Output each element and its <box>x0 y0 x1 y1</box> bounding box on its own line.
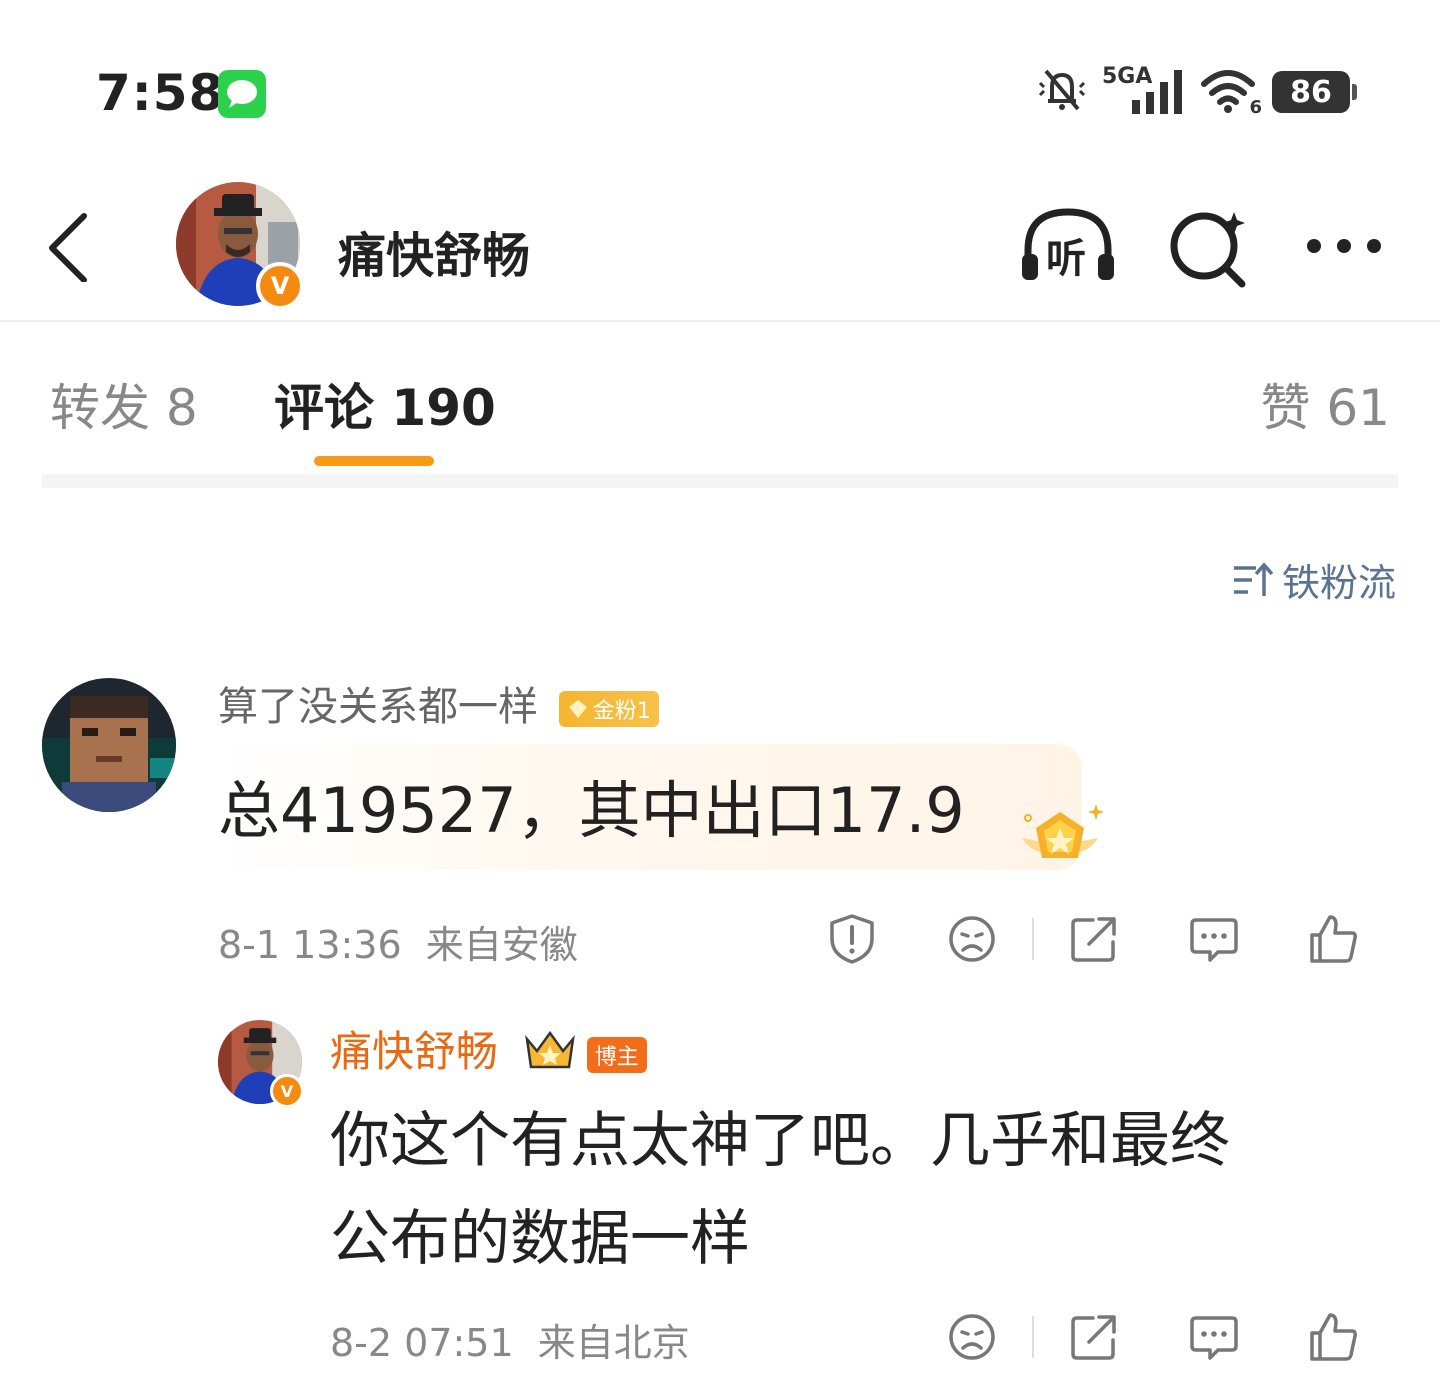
share-button[interactable] <box>1034 904 1154 974</box>
listen-button[interactable]: 听 <box>1018 204 1118 288</box>
comment-icon <box>1190 1316 1238 1360</box>
reply-location: 来自北京 <box>537 1321 690 1365</box>
tab-repost[interactable]: 转发 8 <box>50 368 198 440</box>
verified-badge: V <box>256 262 304 310</box>
commenter-name-row: 算了没关系都一样 金粉1 <box>218 674 659 732</box>
reply-button[interactable] <box>1154 904 1274 974</box>
wifi-label: 6 <box>1249 97 1262 118</box>
frown-icon <box>949 1314 995 1360</box>
back-button[interactable] <box>40 210 100 283</box>
tab-comments[interactable]: 评论 190 <box>274 368 496 440</box>
reply-text-line1: 你这个有点太神了吧。几乎和最终 <box>330 1106 1230 1176</box>
comment-location: 来自安徽 <box>425 923 578 967</box>
author-name-row: 痛快舒畅 博主 <box>330 1018 647 1081</box>
signal-icon: 5GA <box>1100 64 1190 120</box>
report-button[interactable] <box>792 904 912 974</box>
author-avatar[interactable]: V <box>176 182 304 310</box>
diamond-icon <box>568 700 587 718</box>
battery-indicator: 86 <box>1272 71 1357 113</box>
section-divider <box>42 474 1398 488</box>
thumbs-up-icon <box>1310 915 1357 963</box>
tab-bar: 转发 8 评论 190 赞 61 <box>0 340 1440 474</box>
share-icon <box>1071 1315 1116 1360</box>
reply-meta: 8-2 07:51 来自北京 <box>330 1312 690 1367</box>
blogger-badge: 博主 <box>586 1036 647 1073</box>
sort-label: 铁粉流 <box>1281 561 1396 605</box>
message-icon <box>218 70 266 118</box>
comment-actions <box>792 904 1394 974</box>
status-time: 7:58 <box>96 64 225 122</box>
like-button[interactable] <box>1274 1302 1394 1372</box>
status-indicators: 5GA 6 86 <box>1034 62 1357 122</box>
fan-badge: 金粉1 <box>558 691 659 727</box>
listen-label: 听 <box>1046 236 1086 282</box>
reply-item: V 痛快舒畅 博主 你这个有点太神了吧。几乎和最终 公布的数据一样 8-2 07… <box>0 1010 1440 1377</box>
reply-actions <box>912 1302 1394 1372</box>
comment-item: 算了没关系都一样 金粉1 总419527，其中出口17.9 8-1 13:36 … <box>0 670 1440 990</box>
author-name[interactable]: 痛快舒畅 <box>330 1027 498 1076</box>
more-button[interactable] <box>1296 204 1396 288</box>
comment-icon <box>1190 918 1238 962</box>
fan-badge-label: 金粉1 <box>592 699 651 724</box>
crown-icon <box>523 1029 577 1081</box>
author-reply-avatar[interactable]: V <box>218 1020 304 1108</box>
sort-icon <box>1233 561 1274 596</box>
status-bar: 7:58 5GA 6 86 <box>0 0 1440 180</box>
reply-button[interactable] <box>1154 1302 1274 1372</box>
frown-icon <box>949 916 995 962</box>
chevron-left-icon <box>49 213 87 283</box>
dislike-button[interactable] <box>912 904 1032 974</box>
search-button[interactable] <box>1160 204 1260 288</box>
sort-button[interactable]: 铁粉流 <box>1232 552 1396 607</box>
header-title: 痛快舒畅 <box>338 228 531 284</box>
tab-likes[interactable]: 赞 61 <box>1260 368 1390 440</box>
like-button[interactable] <box>1274 904 1394 974</box>
dislike-button[interactable] <box>912 1302 1032 1372</box>
share-button[interactable] <box>1034 1302 1154 1372</box>
shield-alert-icon <box>830 914 874 964</box>
search-icon <box>1170 212 1246 288</box>
reply-time: 8-2 07:51 <box>330 1321 514 1365</box>
thumbs-up-icon <box>1310 1313 1357 1361</box>
wifi-icon: 6 <box>1200 64 1262 120</box>
share-icon <box>1071 917 1116 962</box>
tab-active-indicator <box>314 456 434 466</box>
comment-meta: 8-1 13:36 来自安徽 <box>218 914 578 969</box>
more-icon <box>1307 239 1381 253</box>
verified-badge-small: V <box>270 1074 304 1108</box>
bell-muted-icon <box>1034 65 1090 119</box>
commenter-name[interactable]: 算了没关系都一样 <box>218 684 538 730</box>
commenter-avatar[interactable] <box>42 678 176 812</box>
post-header: V 痛快舒畅 听 <box>0 170 1440 322</box>
comment-text: 总419527，其中出口17.9 <box>218 774 965 847</box>
reply-text-line2: 公布的数据一样 <box>330 1204 750 1274</box>
comment-time: 8-1 13:36 <box>218 923 402 967</box>
gold-medal-icon <box>1012 798 1108 872</box>
